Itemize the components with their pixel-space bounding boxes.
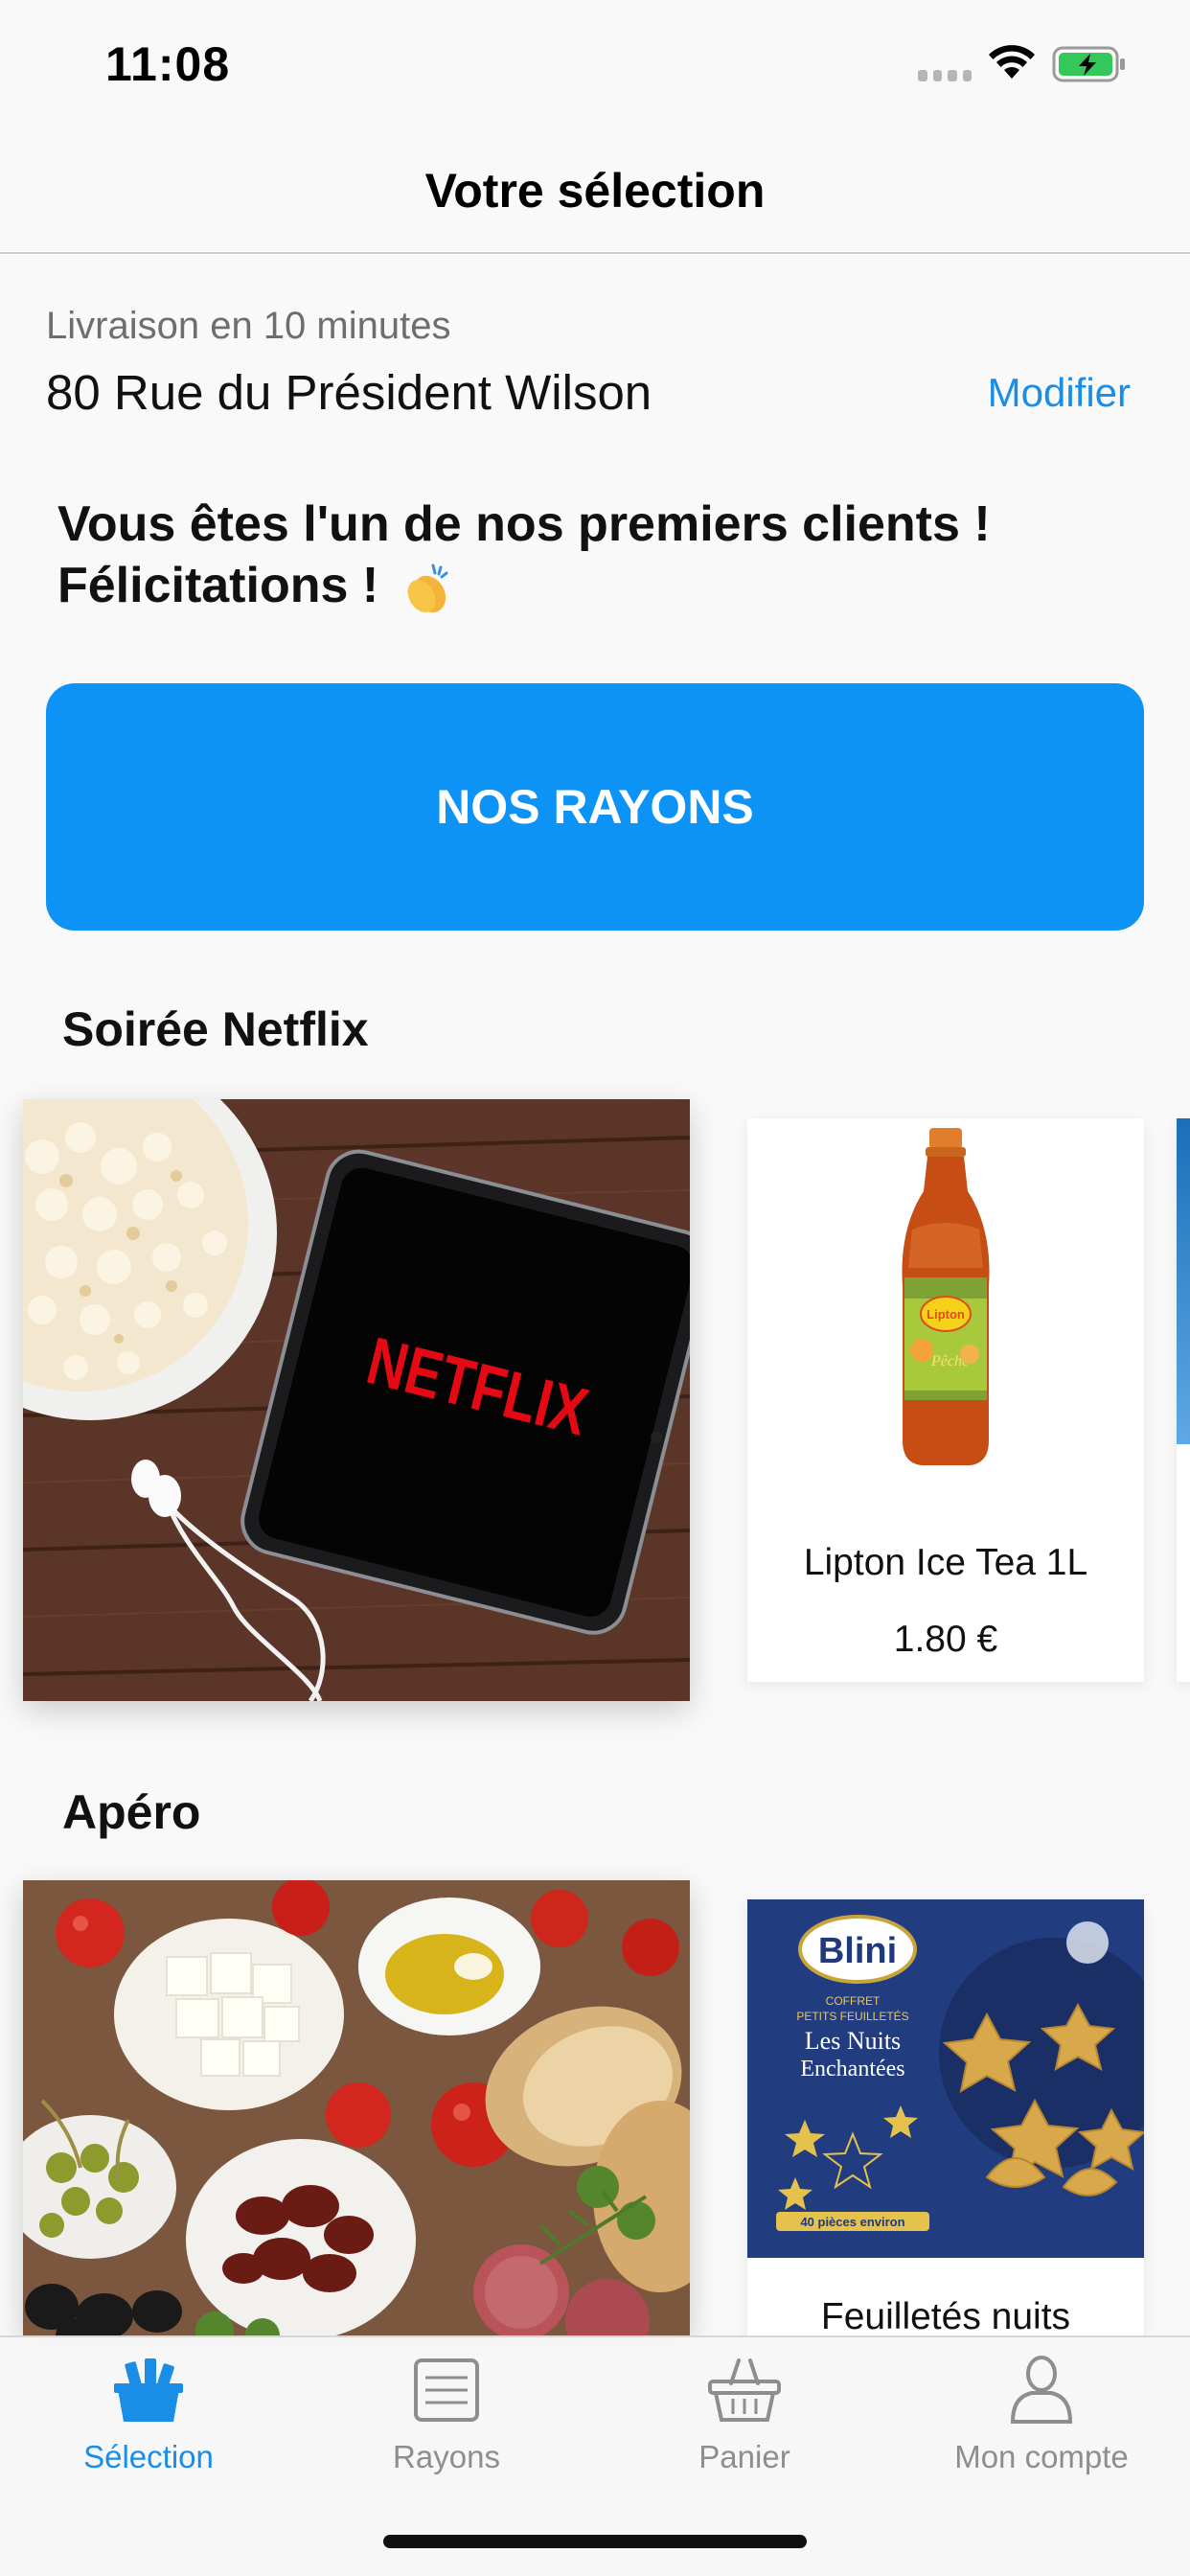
- product-name: Feuilletés nuits: [820, 2296, 1071, 2335]
- tab-label-panier: Panier: [698, 2439, 790, 2474]
- clapping-hands-icon: [407, 564, 448, 613]
- apero-hero-image[interactable]: [23, 1880, 690, 2335]
- blini-box-image: Blini COFFRET PETITS FEUILLETÉS Les Nuit…: [747, 1899, 1144, 2258]
- list-icon: [414, 2358, 479, 2422]
- status-time: 11:08: [105, 37, 231, 91]
- blini-box-line-2: PETITS FEUILLETÉS: [796, 2009, 908, 2023]
- page-title: Votre sélection: [424, 164, 766, 218]
- blini-box-line-3: Les Nuits: [805, 2027, 901, 2055]
- netflix-hero-image[interactable]: NETFLIX: [23, 1099, 690, 1701]
- tab-panier[interactable]: Panier: [596, 2355, 893, 2475]
- netflix-scene-image: NETFLIX: [23, 1099, 690, 1701]
- product-card-lipton[interactable]: Lipton Pêche Lipton Ice Tea 1L 1.80 €: [747, 1118, 1144, 1682]
- blini-box-line-4: Enchantées: [800, 2057, 904, 2082]
- delivery-address: 80 Rue du Président Wilson: [46, 365, 652, 420]
- blini-product-image: Blini COFFRET PETITS FEUILLETÉS Les Nuit…: [747, 1899, 1144, 2258]
- welcome-message: Vous êtes l'un de nos premiers clients !…: [57, 494, 1131, 617]
- tab-rayons[interactable]: Rayons: [298, 2355, 595, 2475]
- product-price: 1.80 €: [893, 1619, 998, 1660]
- welcome-line-2: Félicitations !: [57, 558, 379, 613]
- tab-mon-compte[interactable]: Mon compte: [893, 2355, 1190, 2475]
- next-product-card-peek[interactable]: [1177, 1118, 1190, 1682]
- nos-rayons-button[interactable]: NOS RAYONS: [46, 683, 1144, 931]
- tab-label-rayons: Rayons: [393, 2439, 500, 2474]
- lipton-product-image: Lipton Pêche: [747, 1118, 1144, 1475]
- product-card-blini[interactable]: Blini COFFRET PETITS FEUILLETÉS Les Nuit…: [747, 1899, 1144, 2335]
- welcome-line-1: Vous êtes l'un de nos premiers clients !: [57, 496, 991, 552]
- basket-icon: [708, 2358, 781, 2422]
- blini-brand-label: Blini: [818, 1931, 897, 1971]
- battery-charging-icon: [1052, 46, 1125, 82]
- apero-scene-image: [23, 1880, 690, 2335]
- wifi-icon: [989, 45, 1035, 79]
- tab-selection[interactable]: Sélection: [0, 2355, 297, 2475]
- lipton-brand-label: Lipton: [927, 1307, 965, 1322]
- home-indicator[interactable]: [383, 2535, 807, 2548]
- nav-header: Votre sélection: [0, 125, 1190, 254]
- section-title-apero: Apéro: [62, 1785, 201, 1839]
- section-title-soiree-netflix: Soirée Netflix: [62, 1002, 369, 1056]
- blini-box-count: 40 pièces environ: [800, 2215, 904, 2229]
- status-bar: 11:08: [0, 0, 1190, 125]
- blini-box-line-1: COFFRET: [826, 1994, 881, 2008]
- cellular-signal-icon: [918, 70, 972, 81]
- lipton-bottle-image: Lipton Pêche: [902, 1128, 990, 1465]
- tab-label-selection: Sélection: [83, 2439, 214, 2474]
- user-icon: [1010, 2356, 1073, 2424]
- modify-address-link[interactable]: Modifier: [988, 370, 1131, 416]
- delivery-time-label: Livraison en 10 minutes: [46, 305, 451, 347]
- selection-icon: [114, 2358, 183, 2422]
- product-name: Lipton Ice Tea 1L: [803, 1542, 1088, 1583]
- tab-label-mon-compte: Mon compte: [954, 2439, 1129, 2474]
